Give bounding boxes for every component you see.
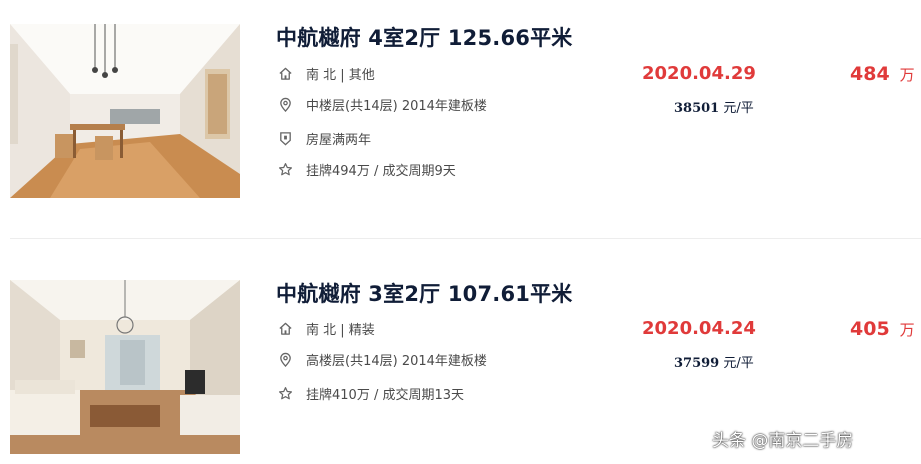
- listing-card[interactable]: 中航樾府 4室2厅 125.66平米 南 北 | 其他 中楼层(共14层) 20…: [0, 20, 921, 210]
- deal-date: 2020.04.24: [642, 318, 756, 339]
- unit-price: 38501 元/平: [674, 97, 754, 116]
- tag-text: 房屋满两年: [306, 132, 372, 148]
- listing-info-text: 挂牌494万 / 成交周期9天: [306, 163, 456, 179]
- total-price-value: 405: [850, 318, 890, 340]
- listing-info-row: 挂牌410万 / 成交周期13天: [276, 383, 464, 403]
- shield-tag-icon: [276, 129, 294, 147]
- total-price-value: 484: [850, 63, 890, 85]
- total-price-unit: 万: [899, 321, 915, 339]
- house-icon: [276, 64, 294, 82]
- orientation-text: 南 北 | 精装: [306, 322, 375, 338]
- deal-date: 2020.04.29: [642, 63, 756, 84]
- listing-divider: [10, 238, 921, 239]
- orientation-text: 南 北 | 其他: [306, 67, 375, 83]
- listing-title[interactable]: 中航樾府 3室2厅 107.61平米: [276, 278, 572, 308]
- tag-row: 房屋满两年: [276, 128, 371, 148]
- listing-info-row: 挂牌494万 / 成交周期9天: [276, 159, 456, 179]
- listing-info-text: 挂牌410万 / 成交周期13天: [306, 387, 464, 403]
- listing-photo[interactable]: [10, 280, 240, 454]
- location-pin-icon: [276, 95, 294, 113]
- unit-price-value: 37599: [674, 356, 720, 371]
- floor-text: 高楼层(共14层) 2014年建板楼: [306, 353, 487, 369]
- unit-price-value: 38501: [674, 101, 720, 116]
- location-pin-icon: [276, 350, 294, 368]
- floor-row: 高楼层(共14层) 2014年建板楼: [276, 349, 487, 369]
- unit-price-unit: 元/平: [719, 101, 754, 116]
- orientation-row: 南 北 | 精装: [276, 318, 375, 338]
- total-price: 405 万: [850, 318, 915, 340]
- orientation-row: 南 北 | 其他: [276, 63, 375, 83]
- house-icon: [276, 319, 294, 337]
- unit-price-unit: 元/平: [719, 356, 754, 371]
- star-icon: [276, 160, 294, 178]
- total-price: 484 万: [850, 63, 915, 85]
- floor-row: 中楼层(共14层) 2014年建板楼: [276, 94, 487, 114]
- source-watermark: 头条 @南京二手房: [712, 431, 854, 451]
- listing-photo[interactable]: [10, 24, 240, 198]
- floor-text: 中楼层(共14层) 2014年建板楼: [306, 98, 487, 114]
- unit-price: 37599 元/平: [674, 352, 754, 371]
- total-price-unit: 万: [899, 66, 915, 84]
- listing-title[interactable]: 中航樾府 4室2厅 125.66平米: [276, 22, 572, 52]
- star-icon: [276, 384, 294, 402]
